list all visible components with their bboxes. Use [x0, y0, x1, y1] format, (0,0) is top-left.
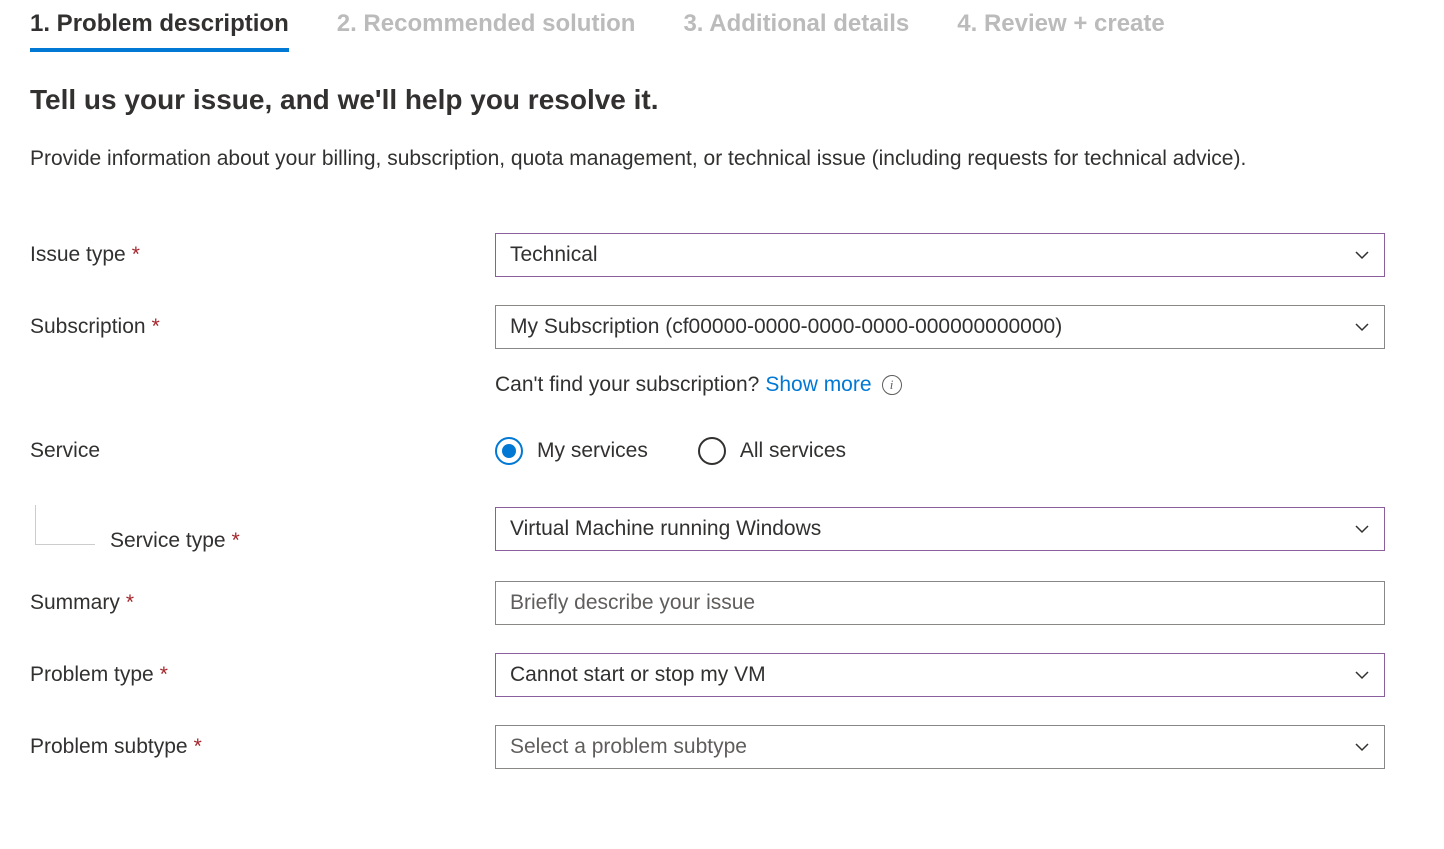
field-problem-type: Problem type* Cannot start or stop my VM: [30, 653, 1414, 697]
radio-all-services-label: All services: [740, 439, 846, 463]
required-indicator: *: [132, 243, 140, 266]
service-radio-group: My services All services: [495, 437, 1385, 465]
radio-circle-icon: [495, 437, 523, 465]
problem-type-value: Cannot start or stop my VM: [510, 663, 1354, 687]
radio-my-services[interactable]: My services: [495, 437, 648, 465]
tab-additional-details[interactable]: 3. Additional details: [683, 10, 909, 52]
service-label: Service: [30, 439, 495, 463]
problem-subtype-dropdown[interactable]: Select a problem subtype: [495, 725, 1385, 769]
field-issue-type: Issue type* Technical: [30, 233, 1414, 277]
chevron-down-icon: [1354, 247, 1370, 263]
subscription-helper: Can't find your subscription? Show more …: [495, 373, 1414, 397]
service-type-value: Virtual Machine running Windows: [510, 517, 1354, 541]
chevron-down-icon: [1354, 319, 1370, 335]
field-service: Service My services All services: [30, 437, 1414, 465]
problem-type-label: Problem type*: [30, 663, 495, 687]
problem-type-dropdown[interactable]: Cannot start or stop my VM: [495, 653, 1385, 697]
problem-subtype-label: Problem subtype*: [30, 735, 495, 759]
field-summary: Summary*: [30, 581, 1414, 625]
tab-problem-description[interactable]: 1. Problem description: [30, 10, 289, 52]
issue-type-value: Technical: [510, 243, 1354, 267]
page-heading: Tell us your issue, and we'll help you r…: [30, 84, 1414, 116]
info-icon[interactable]: i: [882, 375, 902, 395]
radio-circle-icon: [698, 437, 726, 465]
subscription-value: My Subscription (cf00000-0000-0000-0000-…: [510, 315, 1354, 339]
chevron-down-icon: [1354, 667, 1370, 683]
required-indicator: *: [194, 735, 202, 758]
subscription-dropdown[interactable]: My Subscription (cf00000-0000-0000-0000-…: [495, 305, 1385, 349]
field-subscription: Subscription* My Subscription (cf00000-0…: [30, 305, 1414, 349]
issue-type-dropdown[interactable]: Technical: [495, 233, 1385, 277]
chevron-down-icon: [1354, 521, 1370, 537]
required-indicator: *: [232, 529, 240, 552]
summary-label: Summary*: [30, 591, 495, 615]
required-indicator: *: [152, 315, 160, 338]
problem-subtype-placeholder: Select a problem subtype: [510, 735, 1354, 759]
field-problem-subtype: Problem subtype* Select a problem subtyp…: [30, 725, 1414, 769]
tree-indicator-icon: [35, 505, 95, 545]
service-type-label: Service type*: [110, 529, 240, 553]
required-indicator: *: [160, 663, 168, 686]
wizard-tabs: 1. Problem description 2. Recommended so…: [30, 10, 1414, 52]
show-more-link[interactable]: Show more: [765, 373, 871, 397]
radio-dot-icon: [502, 444, 516, 458]
issue-type-label: Issue type*: [30, 243, 495, 267]
tab-recommended-solution[interactable]: 2. Recommended solution: [337, 10, 636, 52]
radio-all-services[interactable]: All services: [698, 437, 846, 465]
radio-my-services-label: My services: [537, 439, 648, 463]
required-indicator: *: [126, 591, 134, 614]
page-description: Provide information about your billing, …: [30, 144, 1410, 173]
subscription-label: Subscription*: [30, 315, 495, 339]
service-type-dropdown[interactable]: Virtual Machine running Windows: [495, 507, 1385, 551]
tab-review-create[interactable]: 4. Review + create: [957, 10, 1164, 52]
summary-input[interactable]: [495, 581, 1385, 625]
subscription-helper-text: Can't find your subscription?: [495, 373, 759, 397]
field-service-type: Service type* Virtual Machine running Wi…: [30, 505, 1414, 553]
chevron-down-icon: [1354, 739, 1370, 755]
service-type-label-wrap: Service type*: [30, 505, 495, 553]
